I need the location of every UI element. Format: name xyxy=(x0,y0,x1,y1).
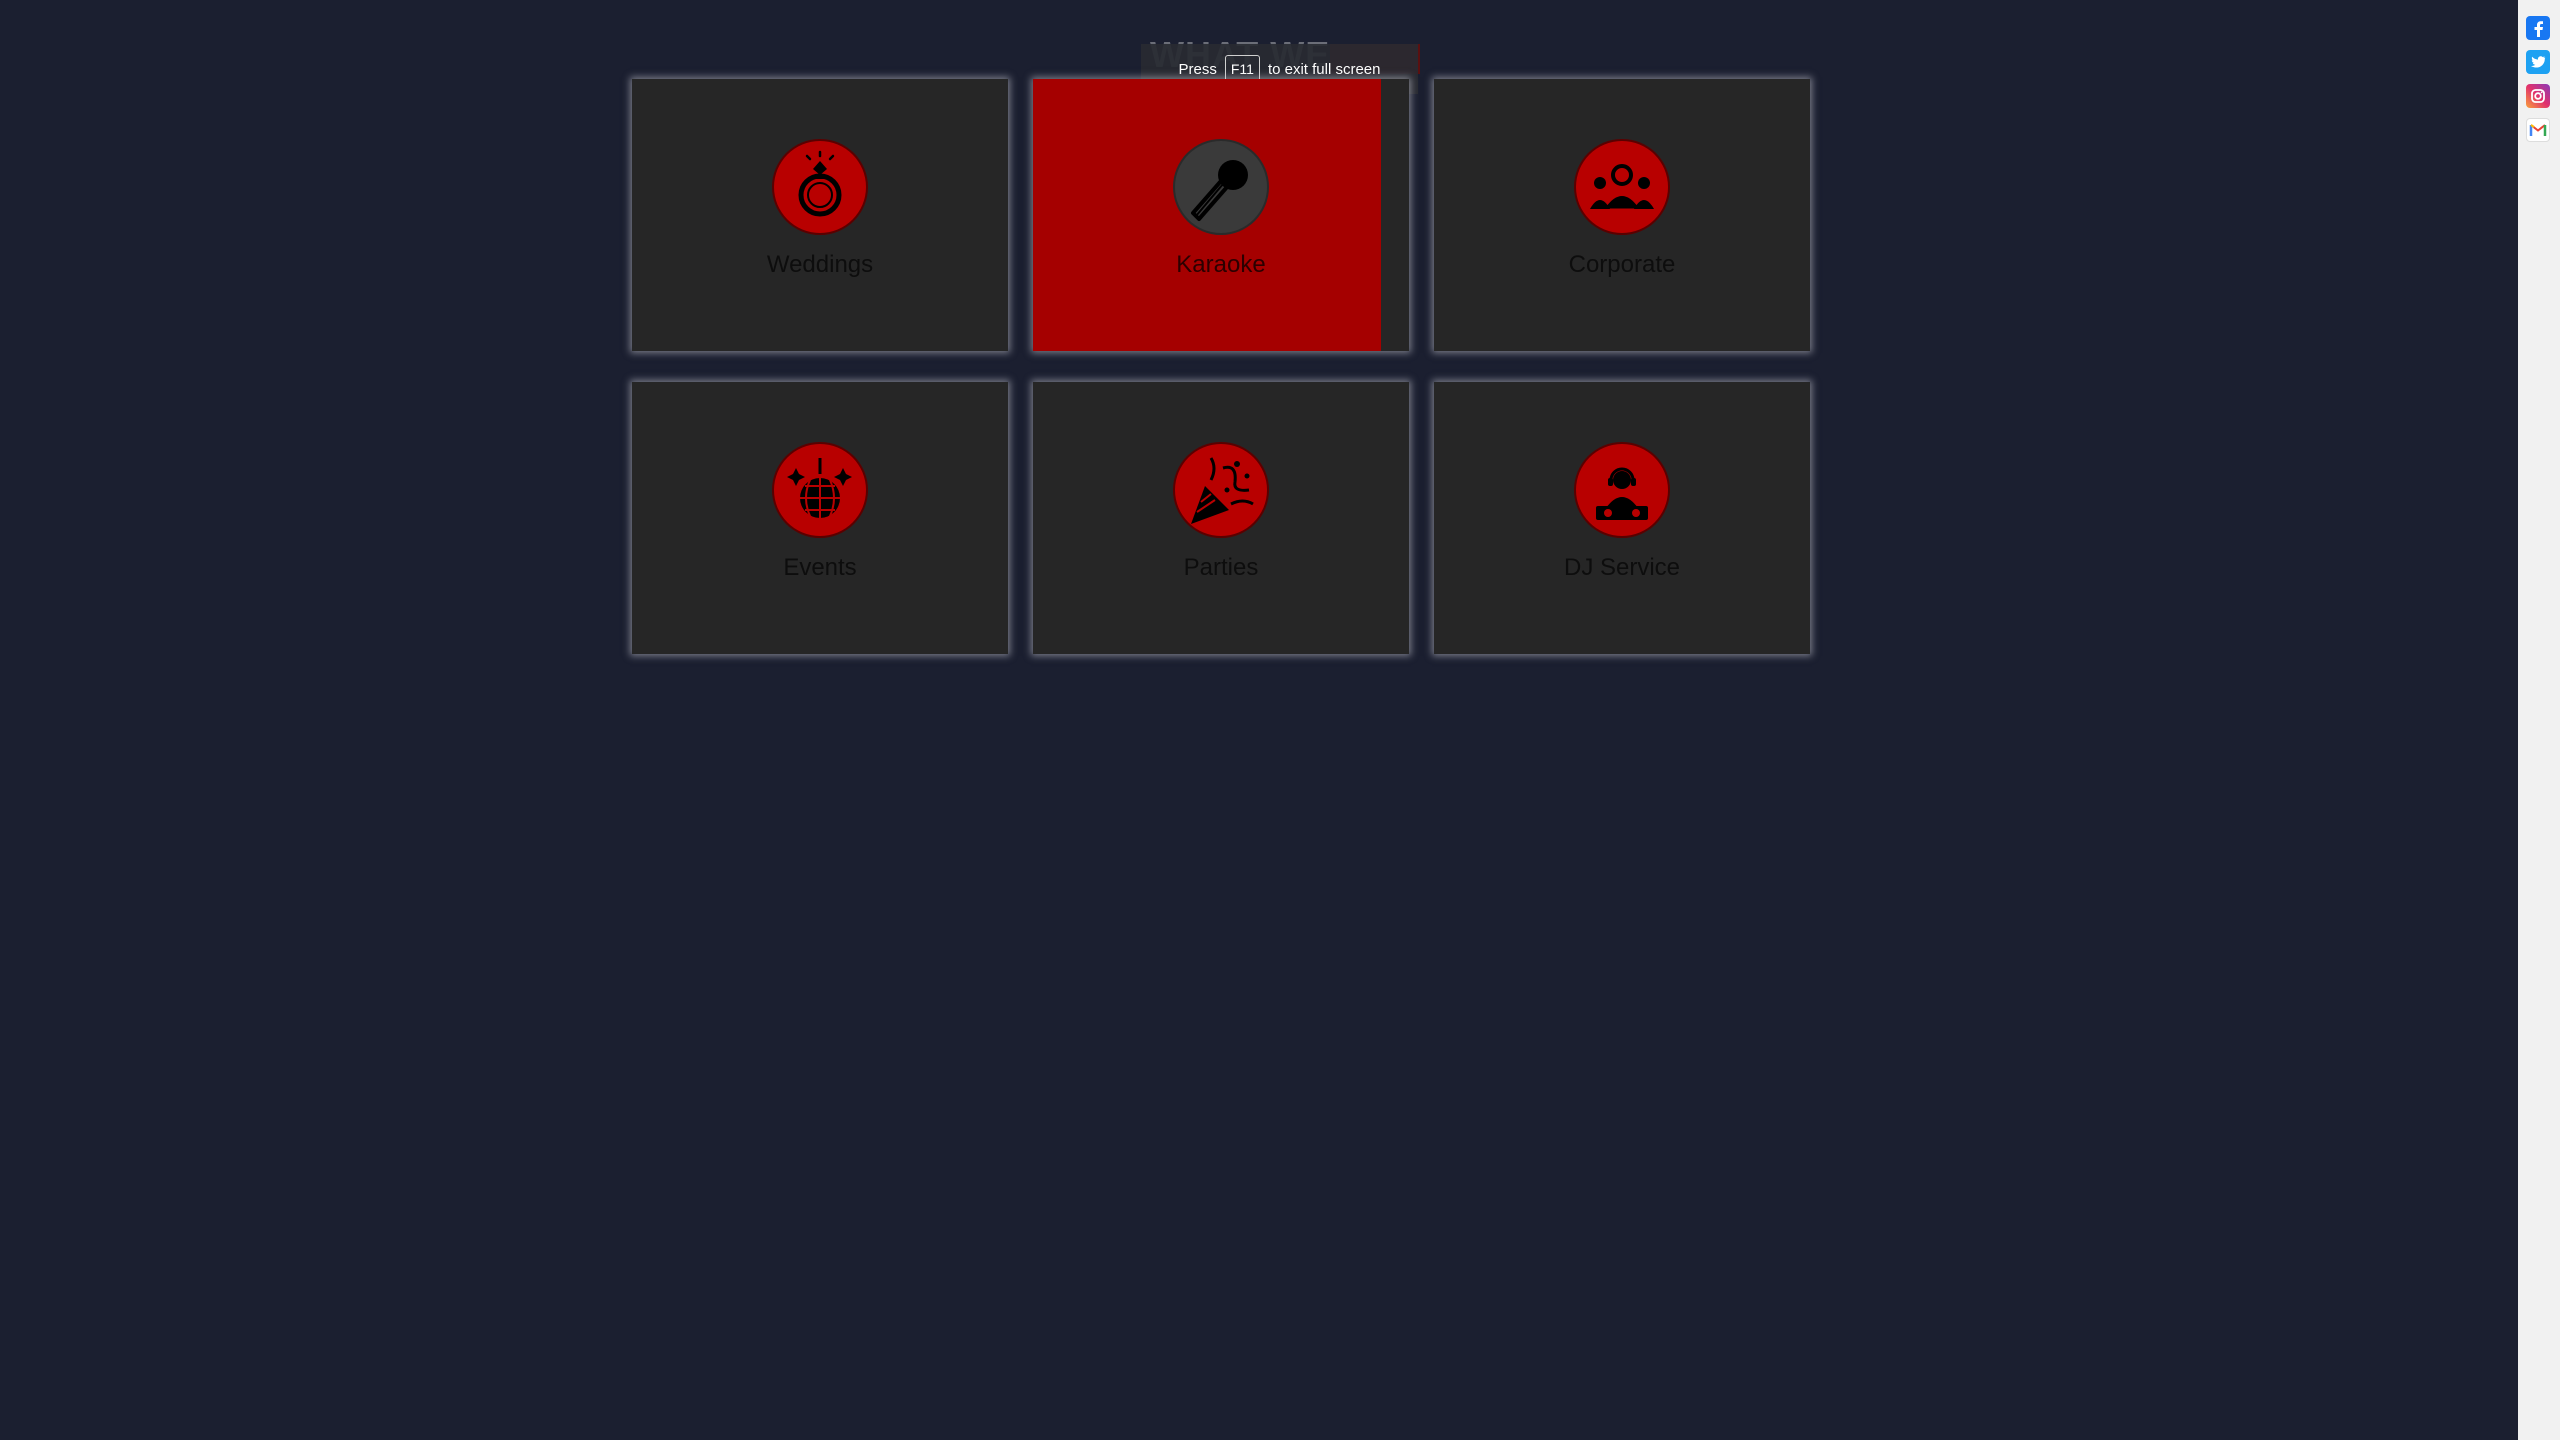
facebook-icon[interactable] xyxy=(2526,16,2550,40)
page: WHAT WE Press F11 to exit full screen We… xyxy=(0,0,2560,1440)
service-label: DJ Service xyxy=(1563,554,1681,581)
service-card-events[interactable]: Events xyxy=(632,382,1008,654)
page-scrollbar[interactable] xyxy=(2518,0,2560,1440)
services-grid: Weddings Karaoke Corporate Events Partie… xyxy=(632,79,1810,654)
social-links xyxy=(2526,16,2550,142)
instagram-icon[interactable] xyxy=(2526,84,2550,108)
toast-suffix: to exit full screen xyxy=(1267,60,1381,78)
service-card-dj-service[interactable]: DJ Service xyxy=(1434,382,1810,654)
service-label: Weddings xyxy=(766,251,874,278)
service-card-weddings[interactable]: Weddings xyxy=(632,79,1008,351)
service-card-corporate[interactable]: Corporate xyxy=(1434,79,1810,351)
toast-prefix: Press xyxy=(1178,60,1217,78)
people-icon xyxy=(1576,141,1668,233)
gmail-icon[interactable] xyxy=(2526,118,2550,142)
twitter-icon[interactable] xyxy=(2526,50,2550,74)
service-label: Karaoke xyxy=(1176,251,1266,278)
ring-icon xyxy=(774,141,866,233)
microphone-icon xyxy=(1175,141,1267,233)
service-card-karaoke[interactable]: Karaoke xyxy=(1033,79,1409,351)
dj-icon xyxy=(1576,444,1668,536)
service-card-parties[interactable]: Parties xyxy=(1033,382,1409,654)
service-label: Parties xyxy=(1183,554,1259,581)
disco-ball-icon xyxy=(774,444,866,536)
service-label: Events xyxy=(783,554,857,581)
party-popper-icon xyxy=(1175,444,1267,536)
service-label: Corporate xyxy=(1568,251,1676,278)
